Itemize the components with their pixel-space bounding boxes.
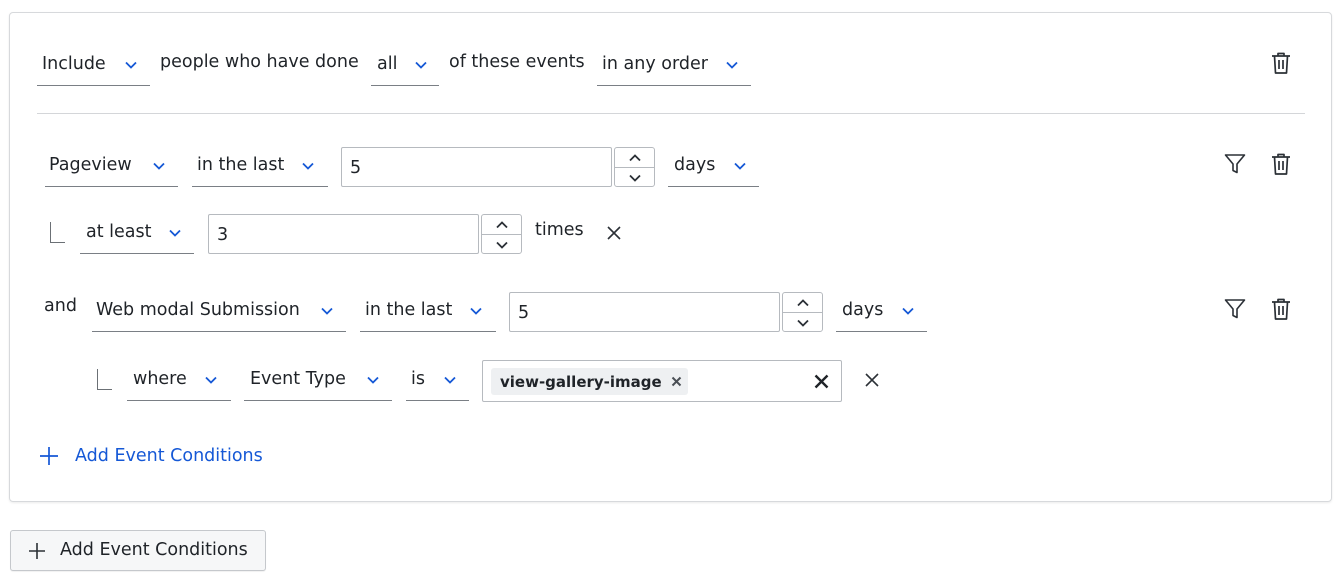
chevron-down-icon [169, 229, 181, 237]
include-select-label: Include [42, 54, 106, 74]
chevron-down-icon [470, 307, 482, 315]
delete-event-button[interactable] [1268, 296, 1294, 322]
people-who-have-done-text: people who have done [160, 52, 359, 72]
filter-icon [1224, 299, 1246, 319]
delete-group-button[interactable] [1268, 50, 1294, 76]
chevron-down-icon [495, 241, 508, 249]
chevron-down-icon [628, 174, 641, 182]
frequency-count-stepper[interactable] [481, 214, 522, 254]
chevron-down-icon [415, 61, 427, 69]
of-these-events-text: of these events [449, 52, 585, 72]
close-icon [607, 226, 621, 240]
order-select-label: in any order [602, 54, 708, 74]
filter-icon [1224, 154, 1246, 174]
time-value-stepper[interactable] [782, 292, 823, 332]
filter-button[interactable] [1222, 151, 1248, 177]
close-icon [865, 373, 879, 387]
condition-operator-select[interactable]: is [406, 361, 469, 401]
time-value: 5 [350, 158, 362, 178]
chevron-down-icon [444, 376, 456, 384]
remove-condition-button[interactable] [859, 367, 885, 393]
time-value-stepper[interactable] [614, 147, 655, 187]
frequency-count-value: 3 [217, 225, 229, 245]
chevron-down-icon [726, 61, 738, 69]
tree-connector [50, 222, 65, 243]
time-unit-select-label: days [674, 155, 716, 175]
time-range-select[interactable]: in the last [360, 292, 496, 332]
quantifier-select[interactable]: all [371, 46, 439, 86]
trash-icon [1272, 298, 1290, 320]
time-value-input[interactable]: 5 [341, 147, 612, 187]
event-select-web-modal[interactable]: Web modal Submission [92, 292, 346, 332]
chevron-down-icon [796, 319, 809, 327]
header-divider [37, 113, 1305, 114]
time-range-select-label: in the last [197, 155, 285, 175]
chevron-down-icon [205, 376, 217, 384]
order-select[interactable]: in any order [597, 46, 751, 86]
value-chip: view-gallery-image [491, 368, 688, 395]
time-unit-select[interactable]: days [668, 147, 759, 187]
chevron-up-icon [628, 153, 641, 161]
time-value: 5 [518, 303, 530, 323]
decrement-button[interactable] [615, 167, 654, 187]
time-unit-select[interactable]: days [836, 292, 927, 332]
frequency-operator-label: at least [86, 222, 152, 242]
chevron-up-icon [495, 220, 508, 228]
chevron-down-icon [902, 307, 914, 315]
condition-operator-label: is [411, 369, 425, 389]
decrement-button[interactable] [783, 312, 822, 332]
increment-button[interactable] [783, 293, 822, 312]
add-event-conditions-button[interactable]: Add Event Conditions [10, 530, 266, 571]
clear-values-button[interactable] [808, 368, 834, 394]
property-select[interactable]: Event Type [244, 361, 392, 401]
remove-frequency-button[interactable] [601, 220, 627, 246]
event-select-label: Web modal Submission [96, 300, 300, 320]
chevron-down-icon [302, 162, 314, 170]
trash-icon [1272, 153, 1290, 175]
plus-icon [40, 447, 58, 465]
frequency-count-input[interactable]: 3 [208, 214, 479, 254]
filter-button[interactable] [1222, 296, 1248, 322]
tree-connector [97, 369, 112, 390]
where-select[interactable]: where [127, 361, 231, 401]
increment-button[interactable] [482, 215, 521, 234]
chevron-down-icon [321, 307, 333, 315]
close-icon [671, 376, 681, 387]
event-select-pageview[interactable]: Pageview [45, 147, 178, 187]
chevron-down-icon [125, 61, 137, 69]
event-select-label: Pageview [49, 155, 132, 175]
condition-values-multiselect[interactable]: view-gallery-image [482, 360, 842, 402]
delete-event-button[interactable] [1268, 151, 1294, 177]
include-select[interactable]: Include [37, 46, 150, 86]
chevron-down-icon [153, 162, 165, 170]
chevron-down-icon [734, 162, 746, 170]
decrement-button[interactable] [482, 234, 521, 254]
add-event-conditions-link[interactable]: Add Event Conditions [38, 444, 263, 468]
property-select-label: Event Type [250, 369, 346, 389]
value-chip-label: view-gallery-image [500, 372, 662, 391]
frequency-operator-select[interactable]: at least [80, 214, 194, 254]
chevron-down-icon [367, 376, 379, 384]
time-unit-select-label: days [842, 300, 884, 320]
chevron-up-icon [796, 298, 809, 306]
add-event-conditions-button-label: Add Event Conditions [60, 540, 248, 560]
times-text: times [535, 220, 584, 240]
add-event-conditions-label: Add Event Conditions [75, 446, 263, 466]
time-value-input[interactable]: 5 [509, 292, 780, 332]
where-select-label: where [133, 369, 187, 389]
plus-icon [29, 543, 45, 559]
increment-button[interactable] [615, 148, 654, 167]
trash-icon [1272, 52, 1290, 74]
time-range-select-label: in the last [365, 300, 453, 320]
time-range-select[interactable]: in the last [192, 147, 328, 187]
remove-chip-button[interactable] [671, 376, 682, 387]
and-connector-text: and [44, 296, 77, 316]
quantifier-select-label: all [377, 54, 398, 74]
close-icon [814, 374, 828, 388]
